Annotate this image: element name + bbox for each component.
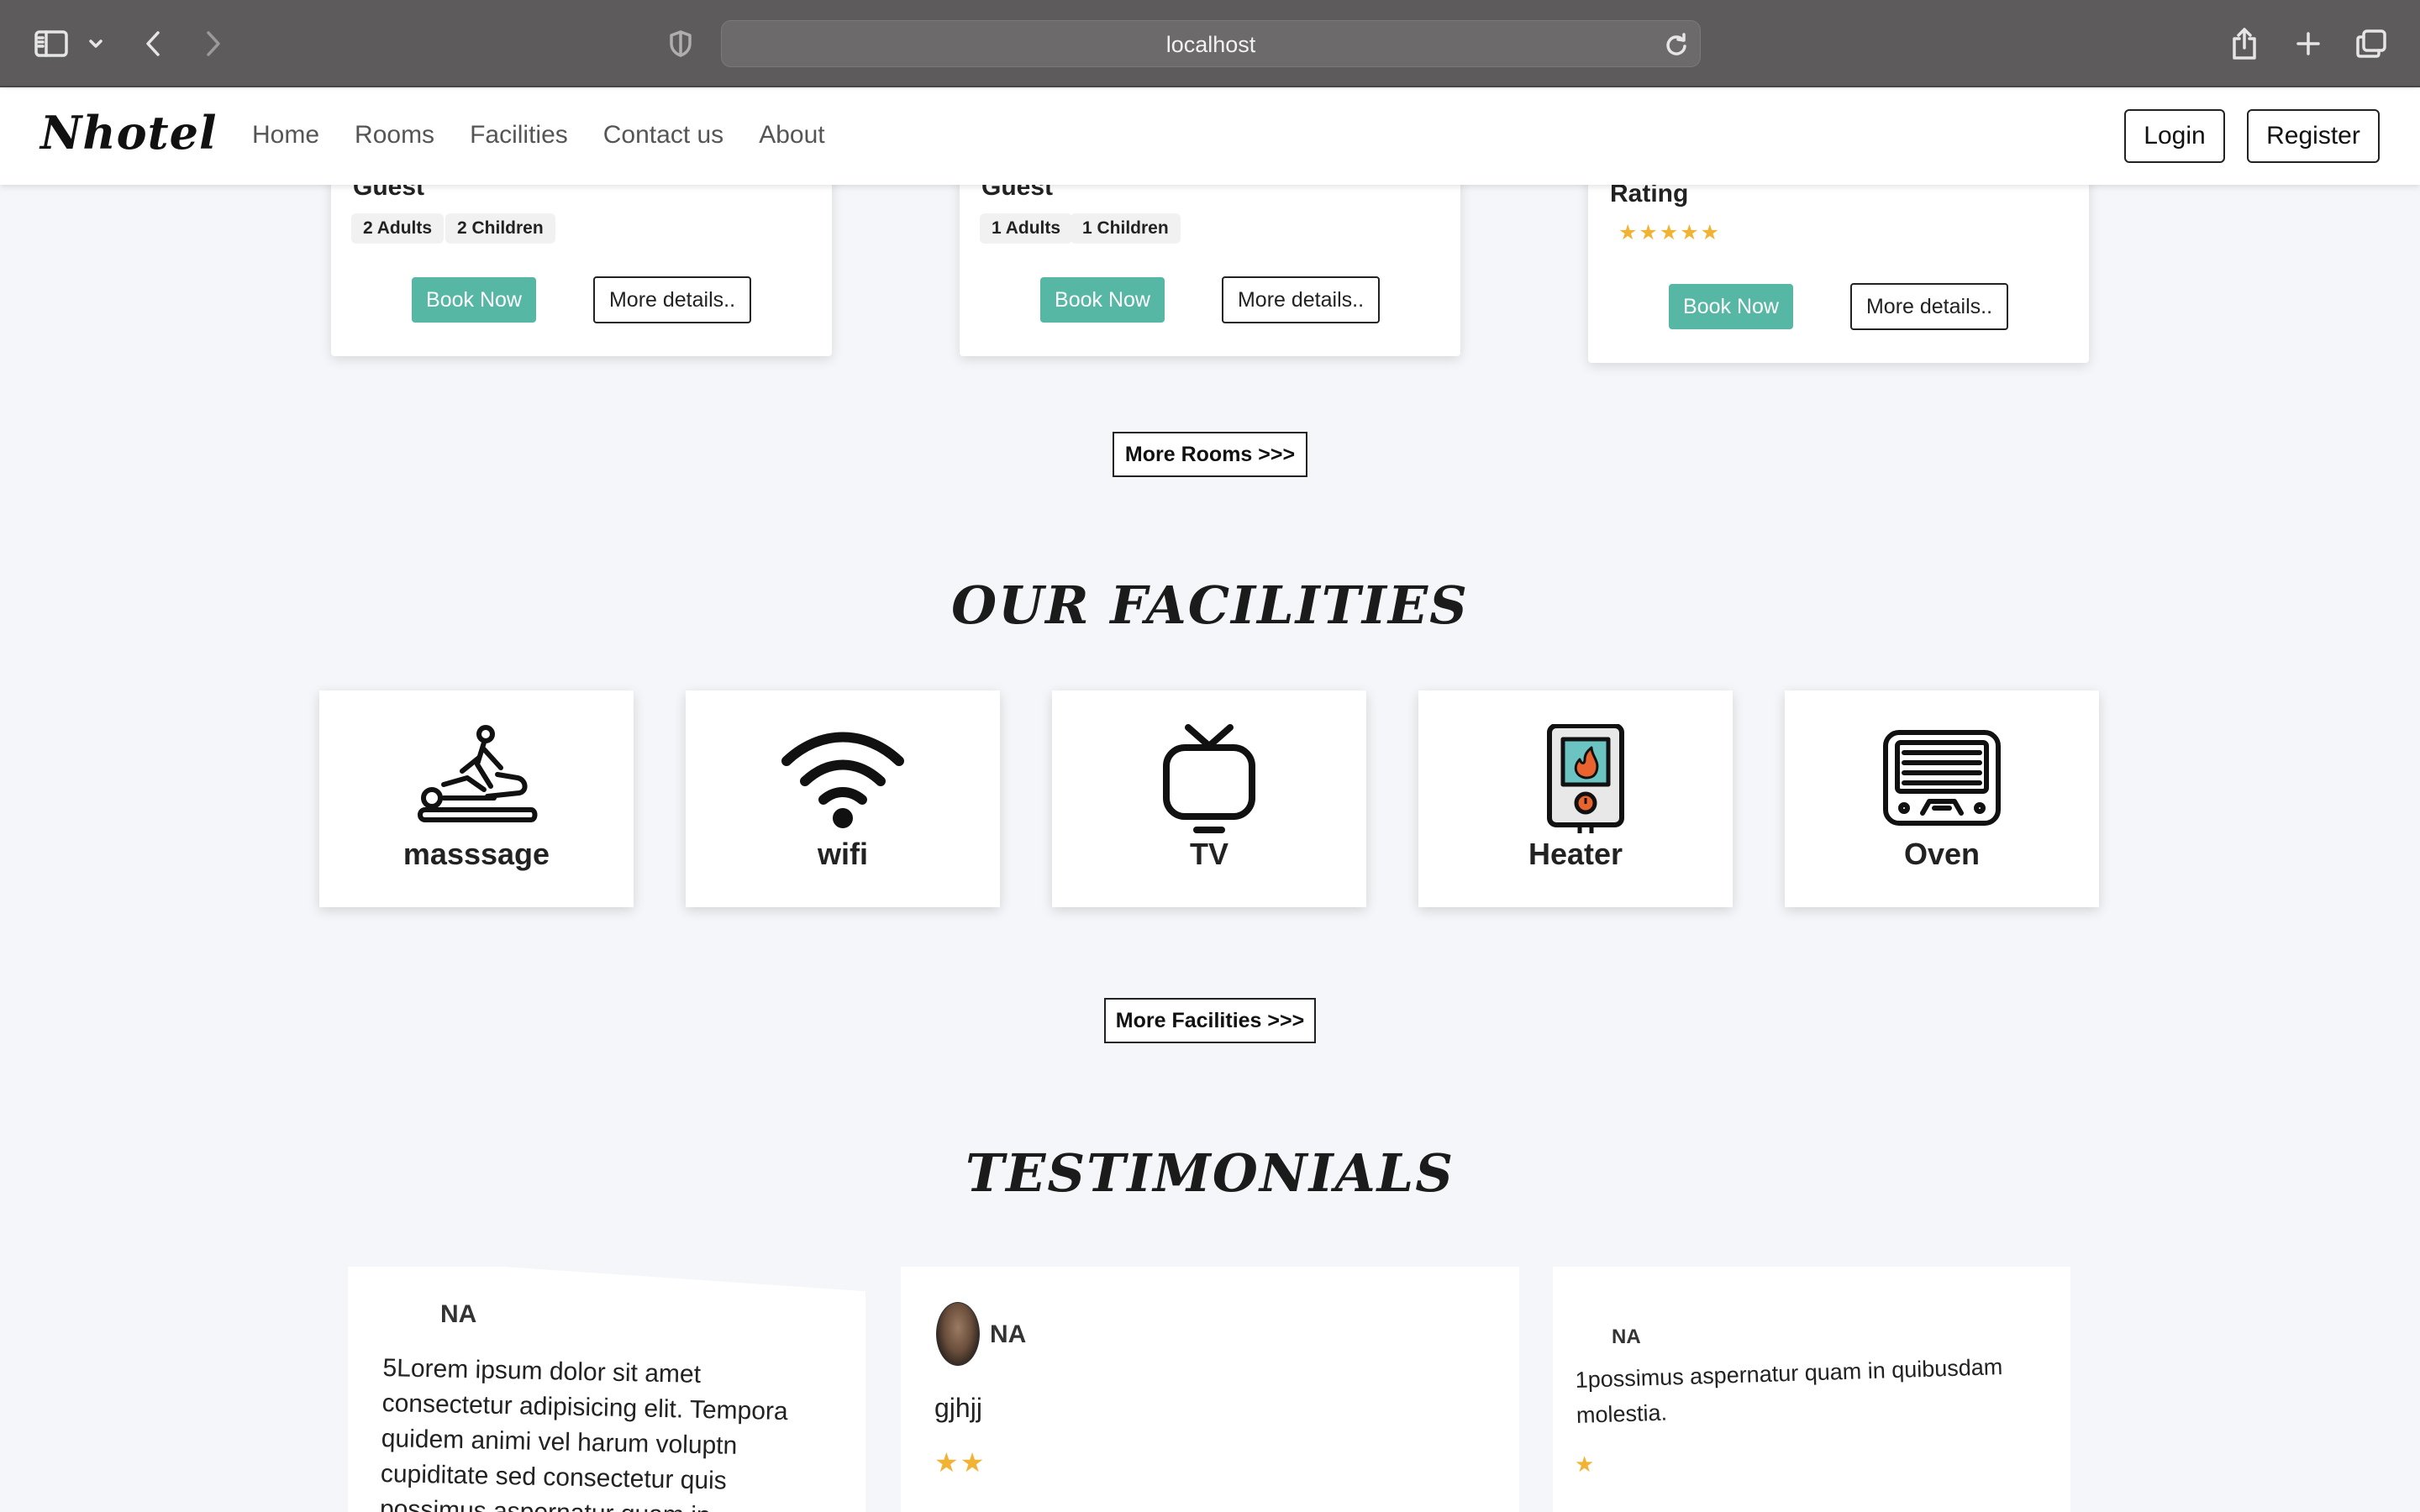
facilities-title: OUR FACILITIES bbox=[951, 575, 1469, 636]
room-badge: 1 Children bbox=[1071, 213, 1181, 244]
book-now-button[interactable]: Book Now bbox=[1669, 284, 1793, 329]
nav-link-contact[interactable]: Contact us bbox=[603, 121, 723, 150]
brand-logo[interactable]: Nhotel bbox=[40, 106, 217, 160]
facility-card-oven[interactable]: Oven bbox=[1785, 690, 2099, 907]
url-text: localhost bbox=[1165, 32, 1256, 57]
nav-link-facilities[interactable]: Facilities bbox=[470, 121, 568, 150]
tabs-icon[interactable] bbox=[2354, 20, 2388, 67]
forward-icon[interactable] bbox=[200, 20, 227, 67]
testimonials-title: TESTIMONIALS bbox=[965, 1142, 1455, 1204]
login-button[interactable]: Login bbox=[2124, 109, 2225, 163]
testimonial-name: NA bbox=[1612, 1326, 1641, 1348]
plus-icon[interactable] bbox=[2294, 20, 2323, 67]
testimonial-name: NA bbox=[440, 1300, 477, 1328]
facility-label: masssage bbox=[402, 837, 550, 871]
nav-link-about[interactable]: About bbox=[759, 121, 824, 150]
oven-icon bbox=[1879, 724, 2005, 833]
facility-card-massage[interactable]: masssage bbox=[319, 690, 634, 907]
testimonial-card: NA 1possimus aspernatur quam in quibusda… bbox=[1553, 1267, 2070, 1512]
shield-icon[interactable] bbox=[667, 20, 694, 67]
facility-label: Oven bbox=[1903, 837, 1981, 871]
more-rooms-button[interactable]: More Rooms >>> bbox=[1113, 432, 1307, 477]
chevron-down-icon[interactable] bbox=[86, 20, 106, 67]
room-badge: 2 Children bbox=[445, 213, 555, 244]
room-badge: 2 Adults bbox=[351, 213, 445, 244]
facility-label: wifi bbox=[818, 837, 868, 871]
reload-icon[interactable] bbox=[1665, 32, 1688, 61]
rating-stars: ★★ bbox=[934, 1447, 986, 1478]
sidebar-icon[interactable] bbox=[32, 20, 71, 67]
rating-stars: ★ bbox=[1575, 1452, 1597, 1477]
register-button[interactable]: Register bbox=[2247, 109, 2380, 163]
massage-icon bbox=[413, 724, 539, 833]
browser-toolbar: localhost bbox=[0, 0, 2420, 87]
nav-link-rooms[interactable]: Rooms bbox=[355, 121, 434, 150]
wifi-icon bbox=[780, 724, 906, 833]
more-details-button[interactable]: More details.. bbox=[593, 276, 751, 323]
share-icon[interactable] bbox=[2230, 20, 2259, 67]
testimonial-text: 1possimus aspernatur quam in quibusdam m… bbox=[1575, 1354, 2003, 1428]
nav-link-home[interactable]: Home bbox=[252, 121, 319, 150]
testimonial-card: NA 5Lorem ipsum dolor sit amet consectet… bbox=[348, 1267, 865, 1512]
testimonial-text: 5Lorem ipsum dolor sit amet consectetur … bbox=[379, 1353, 788, 1512]
rating-stars: ★★★★★ bbox=[1618, 221, 1722, 244]
more-details-button[interactable]: More details.. bbox=[1222, 276, 1380, 323]
more-facilities-button[interactable]: More Facilities >>> bbox=[1104, 998, 1316, 1043]
book-now-button[interactable]: Book Now bbox=[412, 277, 536, 323]
facility-card-heater[interactable]: Heater bbox=[1418, 690, 1733, 907]
facility-card-wifi[interactable]: wifi bbox=[686, 690, 1000, 907]
book-now-button[interactable]: Book Now bbox=[1040, 277, 1165, 323]
facility-label: Heater bbox=[1528, 837, 1623, 871]
heater-icon bbox=[1512, 723, 1639, 837]
site-navbar: Nhotel Home Rooms Facilities Contact us … bbox=[0, 89, 2420, 185]
nav-links: Home Rooms Facilities Contact us About bbox=[252, 121, 825, 150]
tv-icon bbox=[1146, 724, 1272, 833]
testimonial-text: gjhjj bbox=[934, 1393, 982, 1423]
back-icon[interactable] bbox=[139, 20, 166, 67]
address-bar[interactable]: localhost bbox=[721, 20, 1701, 67]
facility-label: TV bbox=[1189, 837, 1228, 871]
testimonial-card: NA gjhjj ★★ bbox=[901, 1267, 1519, 1512]
testimonial-name: NA bbox=[990, 1320, 1027, 1348]
more-details-button[interactable]: More details.. bbox=[1850, 283, 2008, 330]
facility-card-tv[interactable]: TV bbox=[1052, 690, 1366, 907]
room-badge: 1 Adults bbox=[980, 213, 1073, 244]
avatar bbox=[936, 1302, 980, 1366]
